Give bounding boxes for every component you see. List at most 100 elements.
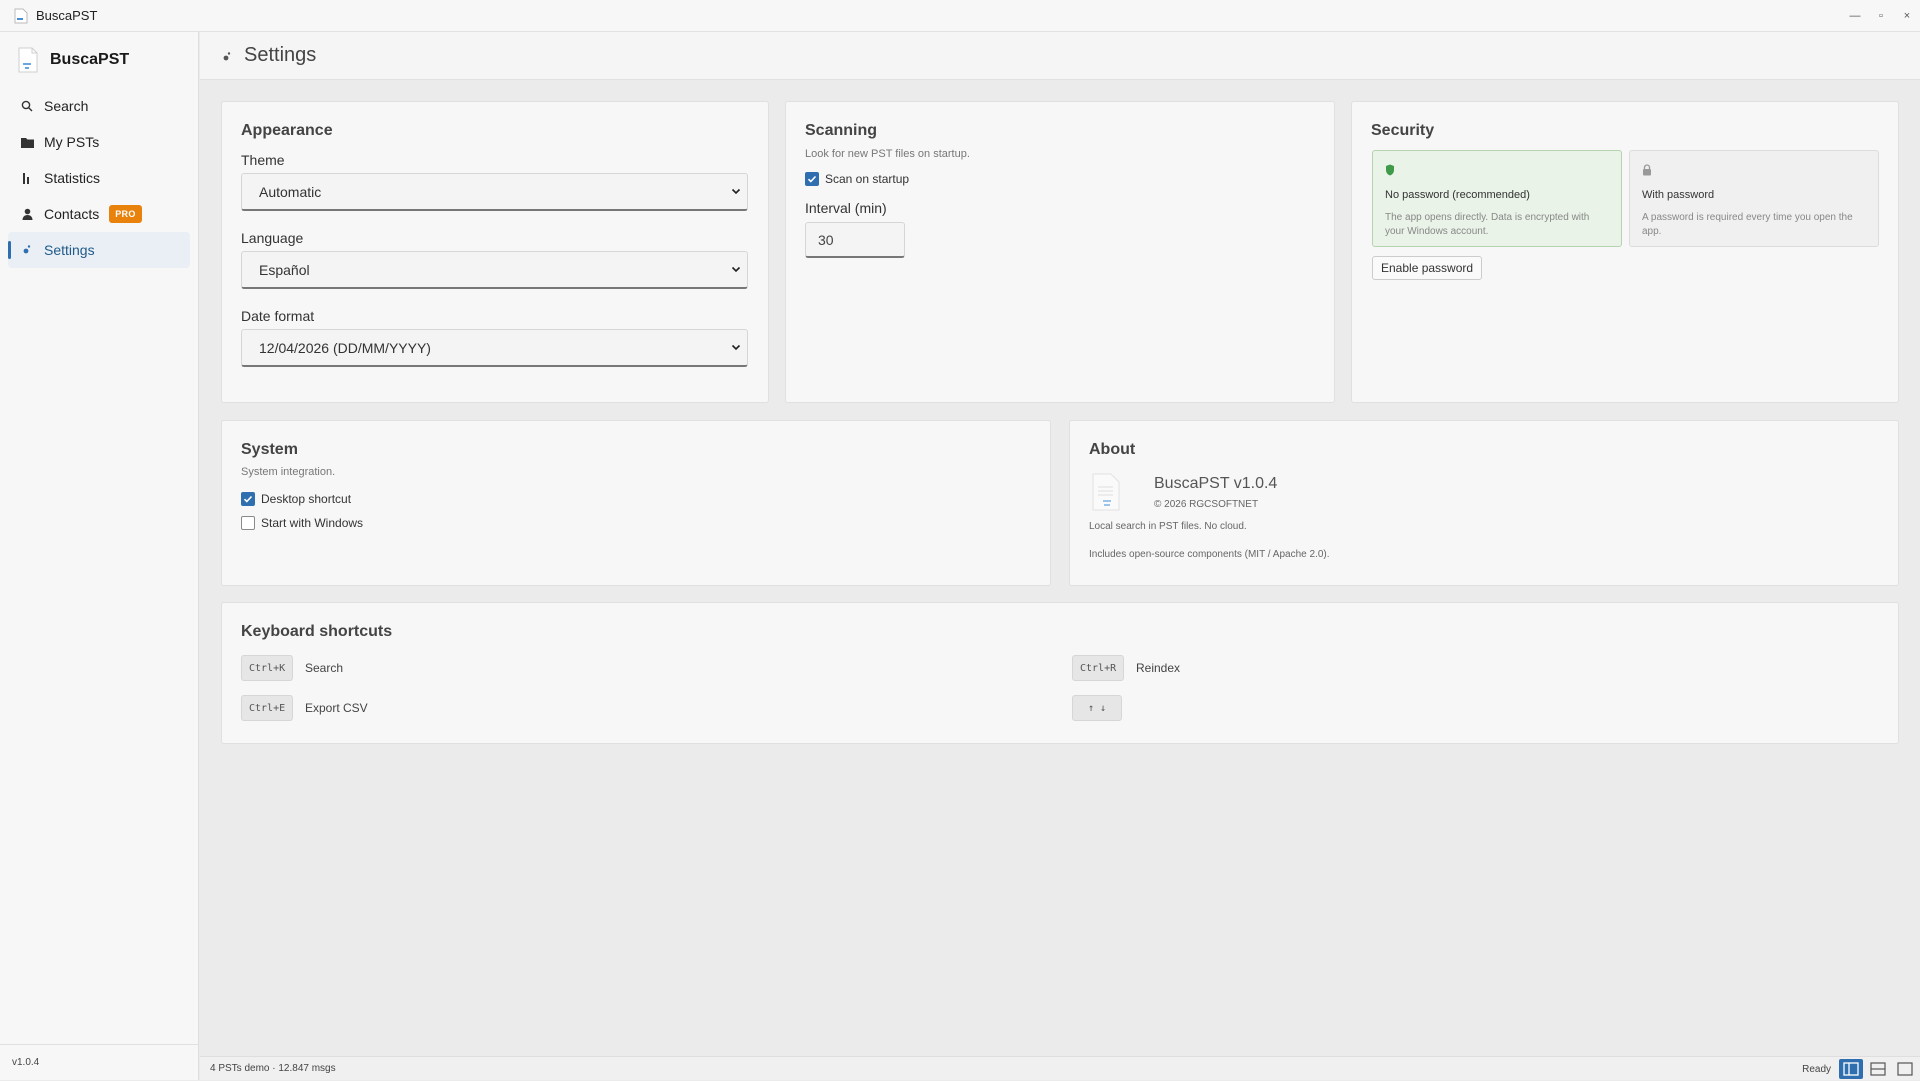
scan-on-startup-checkbox[interactable] — [805, 172, 819, 186]
search-icon — [20, 99, 34, 113]
window-controls: — ▫ × — [1842, 0, 1920, 32]
lock-icon — [1643, 164, 1651, 176]
sidebar-item-statistics[interactable]: Statistics — [8, 160, 190, 196]
appearance-title: Appearance — [241, 122, 333, 139]
title-bar: BuscaPST — ▫ × — [0, 0, 1920, 32]
desktop-shortcut-label: Desktop shortcut — [261, 492, 352, 506]
scanning-subtitle: Look for new PST files on startup. — [805, 148, 970, 160]
bar-chart-icon — [20, 171, 34, 185]
start-with-windows-checkbox[interactable] — [241, 516, 255, 530]
shortcut-key: Ctrl+E — [241, 695, 294, 721]
shortcut-label: Export CSV — [305, 701, 368, 715]
chevron-down-icon — [731, 344, 741, 351]
no-password-title: No password (recommended) — [1385, 189, 1530, 201]
sidebar-item-my-psts[interactable]: My PSTs — [8, 124, 190, 160]
shortcuts-card: Keyboard shortcuts Ctrl+K Search Ctrl+R … — [221, 602, 1899, 744]
language-select[interactable]: Español — [241, 251, 748, 289]
shortcut-key: Ctrl+R — [1072, 655, 1125, 681]
window-title: BuscaPST — [36, 8, 98, 23]
no-password-option[interactable]: No password (recommended) The app opens … — [1372, 150, 1622, 247]
maximize-button[interactable]: ▫ — [1868, 0, 1894, 32]
status-right: Ready — [1802, 1057, 1920, 1081]
system-title: System — [241, 441, 298, 458]
page-header: Settings — [200, 32, 1920, 80]
shortcut-key: Ctrl+K — [241, 655, 294, 681]
chevron-down-icon — [731, 188, 741, 195]
about-card: About BuscaPST v1.0.4 © 2026 RGCSOFTNET … — [1069, 420, 1899, 586]
status-bar: 4 PSTs demo · 12.847 msgs Ready — [200, 1056, 1920, 1080]
folder-icon — [20, 135, 34, 149]
gear-icon — [222, 49, 232, 63]
date-format-label: Date format — [241, 308, 315, 324]
layout-split-vertical-button[interactable] — [1839, 1059, 1863, 1079]
shield-icon — [1386, 164, 1394, 176]
start-with-windows-row[interactable]: Start with Windows — [241, 516, 363, 530]
system-card: System System integration. Desktop short… — [221, 420, 1051, 586]
brand: BuscaPST — [0, 32, 198, 88]
no-password-desc: The app opens directly. Data is encrypte… — [1385, 212, 1590, 237]
sidebar-item-label: Contacts — [44, 206, 100, 222]
about-license: Includes open-source components (MIT / A… — [1089, 549, 1330, 560]
language-value: Español — [259, 261, 310, 278]
desktop-shortcut-row[interactable]: Desktop shortcut — [241, 492, 351, 506]
language-label: Language — [241, 230, 304, 246]
appearance-card: Appearance Theme Automatic Language Espa… — [221, 101, 769, 403]
layout-split-horizontal-button[interactable] — [1866, 1059, 1890, 1079]
status-summary: 4 PSTs demo · 12.847 msgs — [210, 1063, 336, 1074]
date-format-select[interactable]: 12/04/2026 (DD/MM/YYYY) — [241, 329, 748, 367]
shortcut-label: Reindex — [1136, 661, 1181, 675]
sidebar-item-search[interactable]: Search — [8, 88, 190, 124]
about-description: Local search in PST files. No cloud. — [1089, 521, 1247, 532]
desktop-shortcut-checkbox[interactable] — [241, 492, 255, 506]
scan-on-startup-row[interactable]: Scan on startup — [805, 172, 909, 186]
sidebar-item-label: Settings — [44, 242, 95, 258]
security-card: Security No password (recommended) The a… — [1351, 101, 1899, 403]
security-title: Security — [1371, 122, 1435, 139]
brand-logo-icon — [16, 47, 40, 73]
app-version: v1.0.4 — [0, 1044, 199, 1080]
checkmark-icon — [243, 495, 253, 503]
brand-name: BuscaPST — [50, 51, 130, 68]
sidebar-item-settings[interactable]: Settings — [8, 232, 190, 268]
about-app-name: BuscaPST v1.0.4 — [1154, 475, 1278, 492]
close-button[interactable]: × — [1894, 0, 1920, 32]
with-password-title: With password — [1642, 189, 1715, 201]
with-password-option[interactable]: With password A password is required eve… — [1629, 150, 1879, 247]
shortcut-key: ↑ ↓ — [1072, 695, 1122, 721]
theme-select[interactable]: Automatic — [241, 173, 748, 211]
about-copyright: © 2026 RGCSOFTNET — [1154, 499, 1259, 510]
with-password-desc: A password is required every time you op… — [1642, 212, 1853, 237]
minimize-button[interactable]: — — [1842, 0, 1868, 32]
person-icon — [20, 207, 34, 221]
interval-label: Interval (min) — [805, 200, 887, 216]
split-vertical-icon — [1843, 1062, 1859, 1076]
about-title: About — [1089, 441, 1136, 458]
scanning-card: Scanning Look for new PST files on start… — [785, 101, 1335, 403]
interval-input[interactable]: 30 — [805, 222, 905, 258]
status-ready: Ready — [1802, 1063, 1831, 1075]
date-format-value: 12/04/2026 (DD/MM/YYYY) — [259, 339, 431, 356]
layout-single-button[interactable] — [1893, 1059, 1917, 1079]
page-title: Settings — [244, 44, 317, 66]
theme-value: Automatic — [259, 183, 322, 200]
enable-password-button[interactable]: Enable password — [1372, 256, 1483, 280]
sidebar-item-contacts[interactable]: Contacts PRO — [8, 196, 190, 232]
start-with-windows-label: Start with Windows — [261, 516, 364, 530]
single-pane-icon — [1897, 1062, 1913, 1076]
shortcuts-title: Keyboard shortcuts — [241, 623, 393, 640]
scanning-title: Scanning — [805, 122, 878, 139]
system-subtitle: System integration. — [241, 466, 336, 478]
app-logo-icon — [1091, 473, 1121, 511]
sidebar-item-label: My PSTs — [44, 134, 100, 150]
pro-badge: PRO — [109, 205, 142, 223]
sidebar-item-label: Statistics — [44, 170, 101, 186]
sidebar: BuscaPST Search My PSTs Statistics Conta… — [0, 32, 199, 1080]
shortcut-label: Search — [305, 661, 344, 675]
app-file-icon — [14, 8, 28, 24]
gear-icon — [20, 243, 34, 257]
checkmark-icon — [807, 175, 817, 183]
sidebar-nav: Search My PSTs Statistics Contacts PRO S… — [0, 88, 198, 268]
scan-on-startup-label: Scan on startup — [825, 172, 910, 186]
sidebar-item-label: Search — [44, 98, 89, 114]
split-horizontal-icon — [1870, 1062, 1886, 1076]
